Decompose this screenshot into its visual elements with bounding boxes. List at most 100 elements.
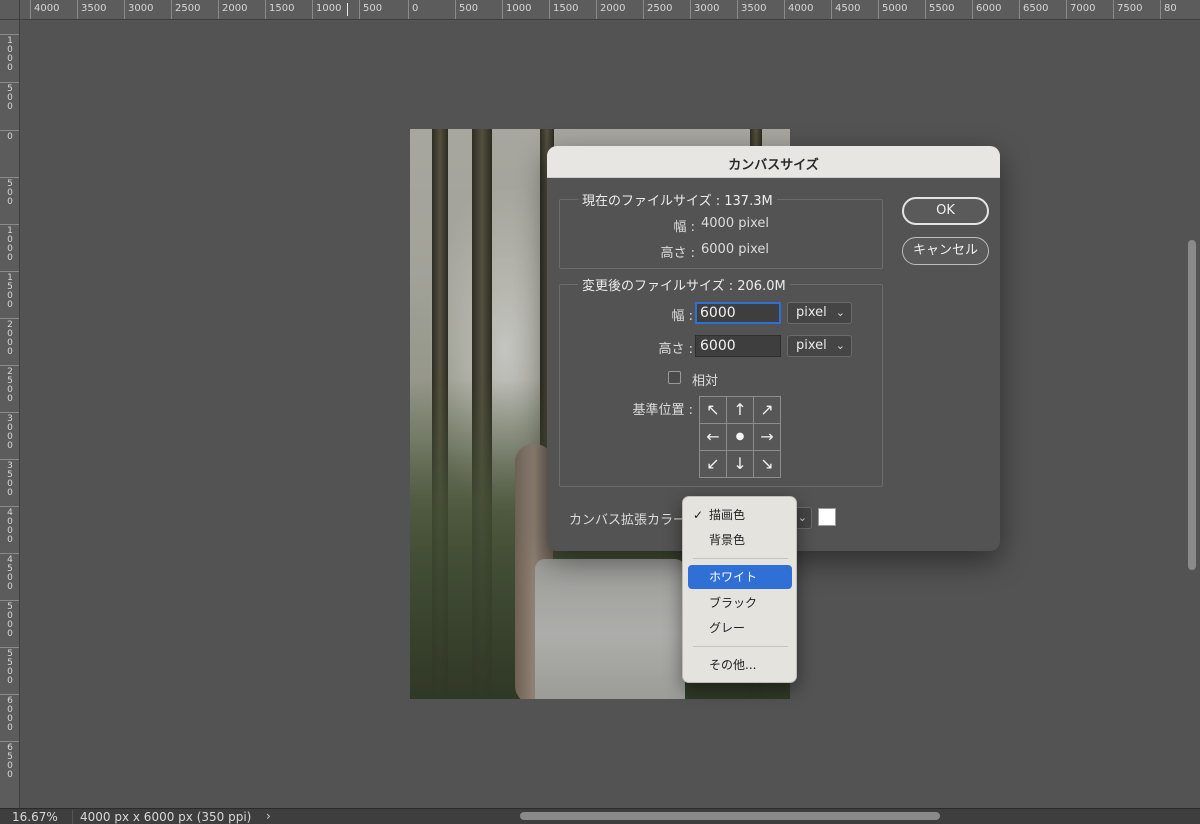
ruler-tick: 6500 — [0, 741, 19, 780]
ruler-tick: 2000 — [596, 0, 625, 19]
new-height-label: 高さ : — [658, 342, 693, 357]
menu-item-label: ホワイト — [709, 570, 758, 584]
new-width-label: 幅 : — [671, 309, 693, 324]
ruler-tick: 1500 — [265, 0, 294, 19]
ruler-tick: 1500 — [0, 271, 19, 310]
dialog-titlebar[interactable]: カンバスサイズ — [547, 146, 1000, 178]
ruler-tick: 7500 — [1113, 0, 1142, 19]
vertical-ruler[interactable]: 1000 500 0 500 1000 1500 2000 2500 3000 … — [0, 20, 20, 808]
anchor-center-dot-icon[interactable]: ● — [726, 423, 754, 451]
ruler-tick: 5000 — [0, 600, 19, 639]
height-unit-select[interactable]: pixel ⌄ — [787, 335, 852, 357]
ruler-tick: 0 — [408, 0, 418, 19]
ruler-tick: 3000 — [690, 0, 719, 19]
menu-item-black[interactable]: ブラック — [688, 591, 792, 615]
anchor-grid: ↖ ↑ ↗ ← ● → ↙ ↓ ↘ — [699, 396, 781, 478]
ok-button[interactable]: OK — [902, 197, 989, 225]
menu-separator — [693, 558, 788, 559]
anchor-top-left-arrow-icon[interactable]: ↖ — [699, 396, 727, 424]
menu-item-white[interactable]: ホワイト — [688, 565, 792, 589]
ruler-tick: 4500 — [831, 0, 860, 19]
menu-separator — [693, 646, 788, 647]
anchor-left-arrow-icon[interactable]: ← — [699, 423, 727, 451]
menu-item-gray[interactable]: グレー — [688, 616, 792, 640]
anchor-top-right-arrow-icon[interactable]: ↗ — [753, 396, 781, 424]
anchor-bottom-arrow-icon[interactable]: ↓ — [726, 450, 754, 478]
menu-item-other[interactable]: その他... — [688, 653, 792, 677]
ruler-tick: 500 — [0, 82, 19, 112]
menu-item-background[interactable]: 背景色 — [688, 528, 792, 552]
ruler-tick: 1000 — [312, 0, 341, 19]
menu-item-label: 描画色 — [709, 508, 746, 522]
anchor-label: 基準位置 : — [632, 403, 693, 418]
status-menu-arrow-icon[interactable]: › — [266, 809, 271, 823]
new-size-label: 変更後のファイルサイズ : 206.0M — [578, 275, 790, 294]
width-input[interactable]: 6000 — [695, 302, 781, 324]
current-width-label: 幅 : — [673, 220, 695, 235]
ruler-tick: 500 — [359, 0, 382, 19]
ruler-tick: 1000 — [502, 0, 531, 19]
canvas-size-dialog: カンバスサイズ 現在のファイルサイズ : 137.3M 幅 : 4000 pix… — [547, 146, 1000, 551]
anchor-bottom-right-arrow-icon[interactable]: ↘ — [753, 450, 781, 478]
extension-color-label: カンバス拡張カラー : — [569, 513, 695, 528]
ruler-tick: 4000 — [0, 506, 19, 545]
document-info: 4000 px x 6000 px (350 ppi) — [80, 810, 252, 824]
ruler-tick: 4000 — [784, 0, 813, 19]
current-height-value: 6000 pixel — [701, 242, 769, 257]
current-height-label: 高さ : — [660, 246, 695, 261]
anchor-right-arrow-icon[interactable]: → — [753, 423, 781, 451]
menu-item-label: 背景色 — [709, 533, 746, 547]
zoom-level[interactable]: 16.67% — [12, 810, 58, 824]
menu-item-label: グレー — [709, 621, 746, 635]
cancel-button[interactable]: キャンセル — [902, 237, 989, 265]
ruler-tick: 2500 — [0, 365, 19, 404]
ruler-tick: 3500 — [737, 0, 766, 19]
dialog-title: カンバスサイズ — [728, 158, 819, 173]
anchor-top-arrow-icon[interactable]: ↑ — [726, 396, 754, 424]
ruler-tick: 4000 — [30, 0, 59, 19]
ruler-tick: 6500 — [1019, 0, 1048, 19]
ruler-tick: 4500 — [0, 553, 19, 592]
menu-item-label: その他... — [709, 658, 757, 672]
ruler-tick: 3500 — [77, 0, 106, 19]
status-divider — [72, 810, 73, 824]
ruler-cursor-marker — [347, 3, 348, 16]
ruler-origin-corner[interactable] — [0, 0, 20, 20]
ruler-tick: 2000 — [218, 0, 247, 19]
ruler-tick: 3000 — [124, 0, 153, 19]
ruler-tick: 2500 — [171, 0, 200, 19]
ruler-tick: 7000 — [1066, 0, 1095, 19]
extension-color-menu: ✓ 描画色 背景色 ホワイト ブラック グレー その他... — [682, 496, 797, 683]
ruler-tick: 2500 — [643, 0, 672, 19]
ruler-tick: 1000 — [0, 34, 19, 73]
ruler-tick: 6000 — [0, 694, 19, 733]
height-input[interactable]: 6000 — [695, 335, 781, 357]
extension-color-swatch[interactable] — [818, 508, 836, 526]
anchor-bottom-left-arrow-icon[interactable]: ↙ — [699, 450, 727, 478]
height-unit-value: pixel — [796, 338, 827, 353]
chevron-down-icon: ⌄ — [835, 306, 845, 319]
ruler-tick: 5000 — [878, 0, 907, 19]
width-unit-select[interactable]: pixel ⌄ — [787, 302, 852, 324]
ruler-tick: 500 — [0, 177, 19, 207]
ruler-tick: 3500 — [0, 459, 19, 498]
vertical-scrollbar[interactable] — [1188, 240, 1196, 570]
chevron-down-icon: ⌄ — [835, 339, 845, 352]
menu-item-label: ブラック — [709, 596, 758, 610]
ruler-tick: 0 — [0, 130, 19, 142]
relative-label: 相対 — [692, 374, 719, 389]
ruler-tick: 6000 — [972, 0, 1001, 19]
horizontal-ruler[interactable]: 4000 3500 3000 2500 2000 1500 1000 500 0… — [0, 0, 1200, 20]
ruler-tick: 500 — [455, 0, 478, 19]
ruler-tick: 80 — [1160, 0, 1177, 19]
ruler-tick: 5500 — [0, 647, 19, 686]
checkmark-icon: ✓ — [693, 508, 704, 522]
ruler-tick: 1500 — [549, 0, 578, 19]
width-unit-value: pixel — [796, 305, 827, 320]
relative-checkbox[interactable] — [668, 371, 681, 384]
chevron-down-icon: ⌄ — [797, 511, 807, 524]
horizontal-scrollbar[interactable] — [520, 812, 940, 820]
menu-item-foreground[interactable]: ✓ 描画色 — [688, 503, 792, 527]
photoshop-window: 4000 3500 3000 2500 2000 1500 1000 500 0… — [0, 0, 1200, 824]
ruler-tick: 3000 — [0, 412, 19, 451]
